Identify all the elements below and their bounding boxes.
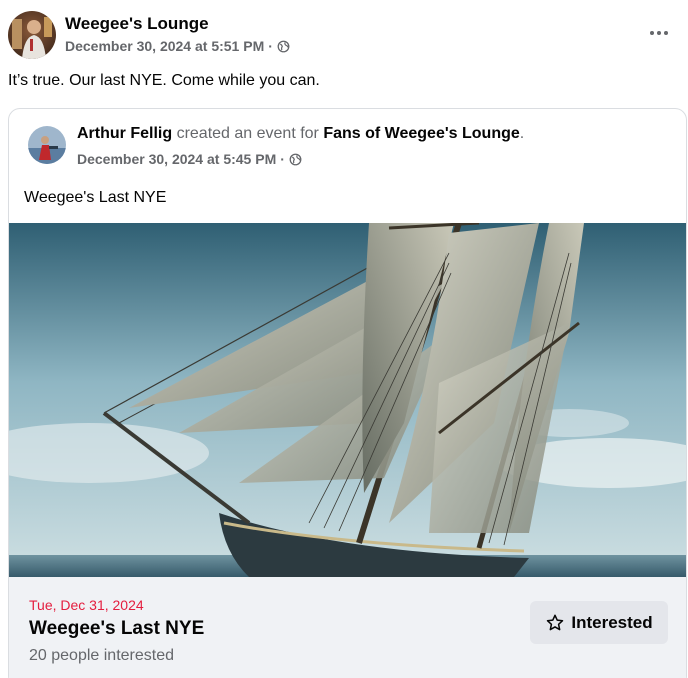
globe-icon[interactable] xyxy=(277,40,290,53)
interested-button-label: Interested xyxy=(571,612,653,632)
shared-meta: December 30, 2024 at 5:45 PM · xyxy=(77,151,302,167)
shared-event-card: Arthur Fellig created an event for Fans … xyxy=(8,108,687,678)
page-name[interactable]: Weegee's Lounge xyxy=(65,14,209,34)
interested-count[interactable]: 20 people interested xyxy=(29,647,174,665)
shared-timestamp[interactable]: December 30, 2024 at 5:45 PM xyxy=(77,151,276,167)
creator-avatar[interactable] xyxy=(28,126,66,164)
creator-name[interactable]: Arthur Fellig xyxy=(77,125,172,142)
globe-icon[interactable] xyxy=(289,153,302,166)
attribution-period: . xyxy=(519,125,525,142)
event-cover-image[interactable] xyxy=(9,223,687,577)
group-name[interactable]: Fans of Weegee's Lounge xyxy=(323,125,519,142)
meta-separator: · xyxy=(268,38,273,54)
meta-separator: · xyxy=(280,151,285,167)
event-date: Tue, Dec 31, 2024 xyxy=(29,597,144,613)
event-footer[interactable]: Tue, Dec 31, 2024 Weegee's Last NYE 20 p… xyxy=(9,577,686,678)
post-text: It’s true. Our last NYE. Come while you … xyxy=(8,72,320,89)
post-meta: December 30, 2024 at 5:51 PM · xyxy=(65,38,290,54)
interested-button[interactable]: Interested xyxy=(530,601,668,644)
star-outline-icon xyxy=(547,614,564,630)
page-avatar[interactable] xyxy=(8,11,56,59)
event-name[interactable]: Weegee's Last NYE xyxy=(29,618,204,640)
event-attribution: Arthur Fellig created an event for Fans … xyxy=(77,125,524,143)
more-options-icon[interactable] xyxy=(644,23,674,43)
attribution-action: created an event for xyxy=(176,125,319,142)
shared-title: Weegee's Last NYE xyxy=(24,189,167,206)
post-timestamp[interactable]: December 30, 2024 at 5:51 PM xyxy=(65,38,264,54)
post-header: Weegee's Lounge December 30, 2024 at 5:5… xyxy=(8,11,680,61)
